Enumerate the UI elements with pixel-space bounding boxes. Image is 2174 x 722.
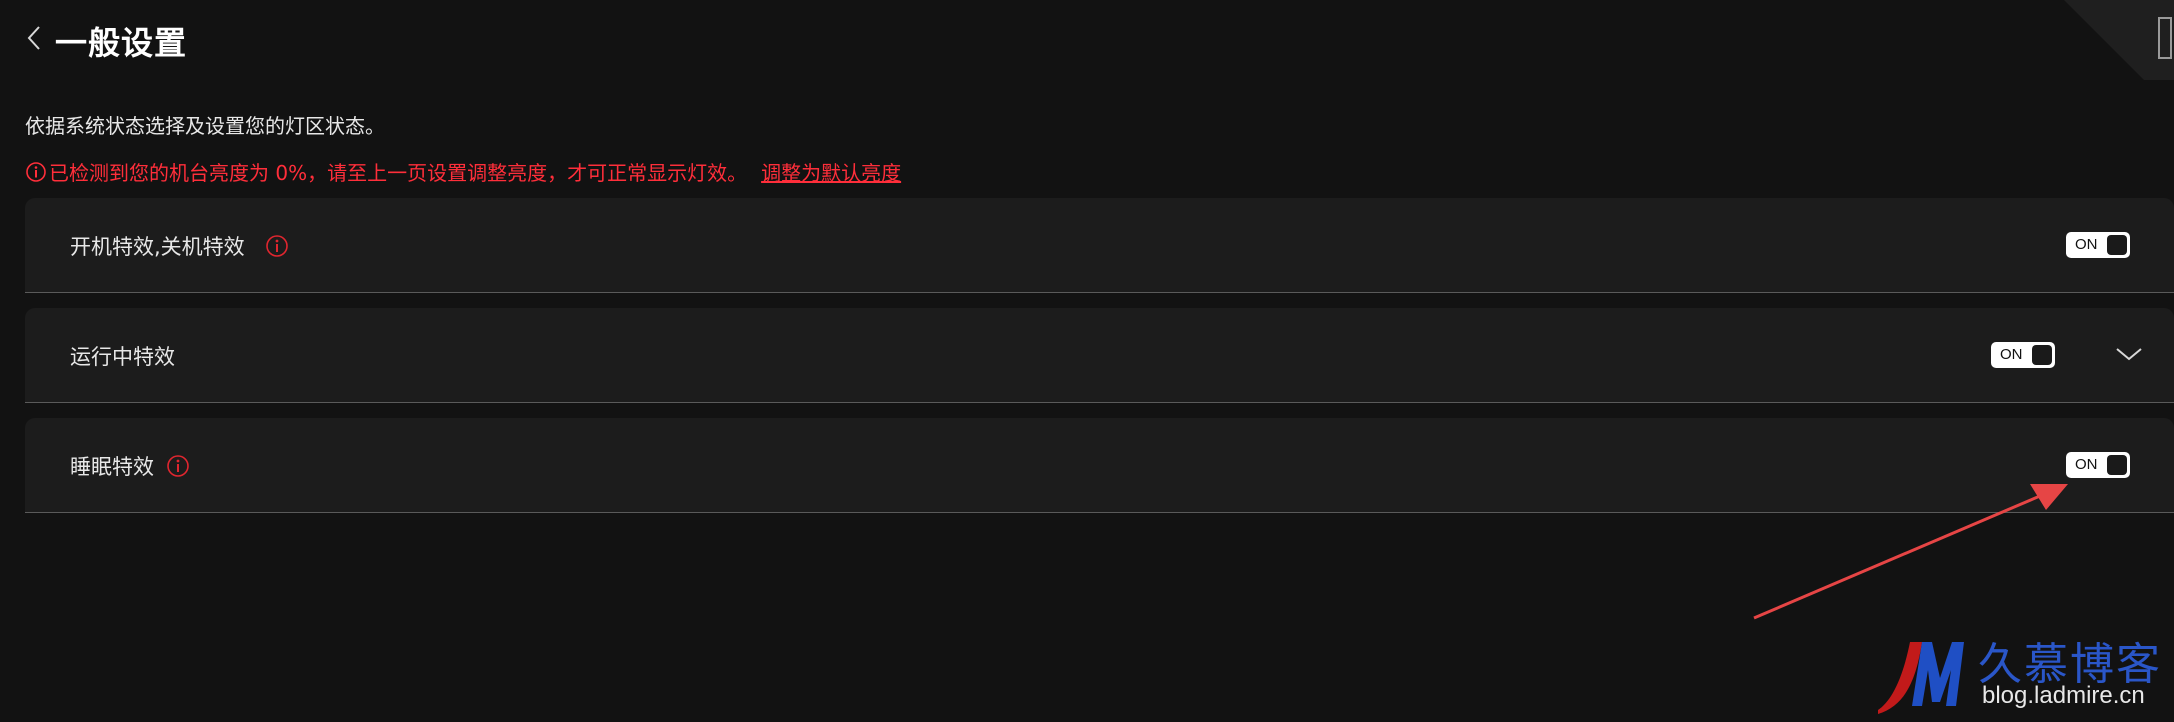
running-effect-toggle[interactable]: ON [1991,342,2055,368]
reset-brightness-link[interactable]: 调整为默认亮度 [761,157,901,186]
boot-effect-toggle[interactable]: ON [2066,232,2130,258]
setting-row-boot-shutdown: 开机特效,关机特效 ON [25,198,2174,293]
toggle-label: ON [2075,236,2098,253]
setting-label: 睡眠特效 [70,454,154,479]
setting-label: 开机特效,关机特效 [70,234,245,259]
chevron-down-icon [2115,346,2143,366]
watermark-logo [1870,632,1980,718]
toggle-knob [2107,235,2127,255]
setting-label: 运行中特效 [70,344,175,369]
watermark-url: blog.ladmire.cn [1982,682,2145,709]
toggle-label: ON [2000,346,2023,363]
toggle-knob [2107,455,2127,475]
info-icon[interactable] [265,234,289,258]
warning-message: 已检测到您的机台亮度为 0%，请至上一页设置调整亮度，才可正常显示灯效。 [49,161,748,185]
chevron-left-icon [26,24,42,56]
toggle-knob [2032,345,2052,365]
watermark: 久慕博客 blog.ladmire.cn [1870,622,2174,720]
expand-button[interactable] [2111,338,2147,374]
brightness-warning: 已检测到您的机台亮度为 0%，请至上一页设置调整亮度，才可正常显示灯效。 调整为… [25,157,901,186]
setting-row-running: 运行中特效 ON [25,308,2174,403]
back-button[interactable] [16,20,52,60]
page-description: 依据系统状态选择及设置您的灯区状态。 [25,114,385,138]
annotation-arrow [1740,470,2080,630]
header-bar: 一般设置 [0,0,2174,80]
info-circle-icon [25,161,47,183]
info-icon[interactable] [166,454,190,478]
corner-decoration [2064,0,2174,80]
page-title: 一般设置 [55,24,188,62]
